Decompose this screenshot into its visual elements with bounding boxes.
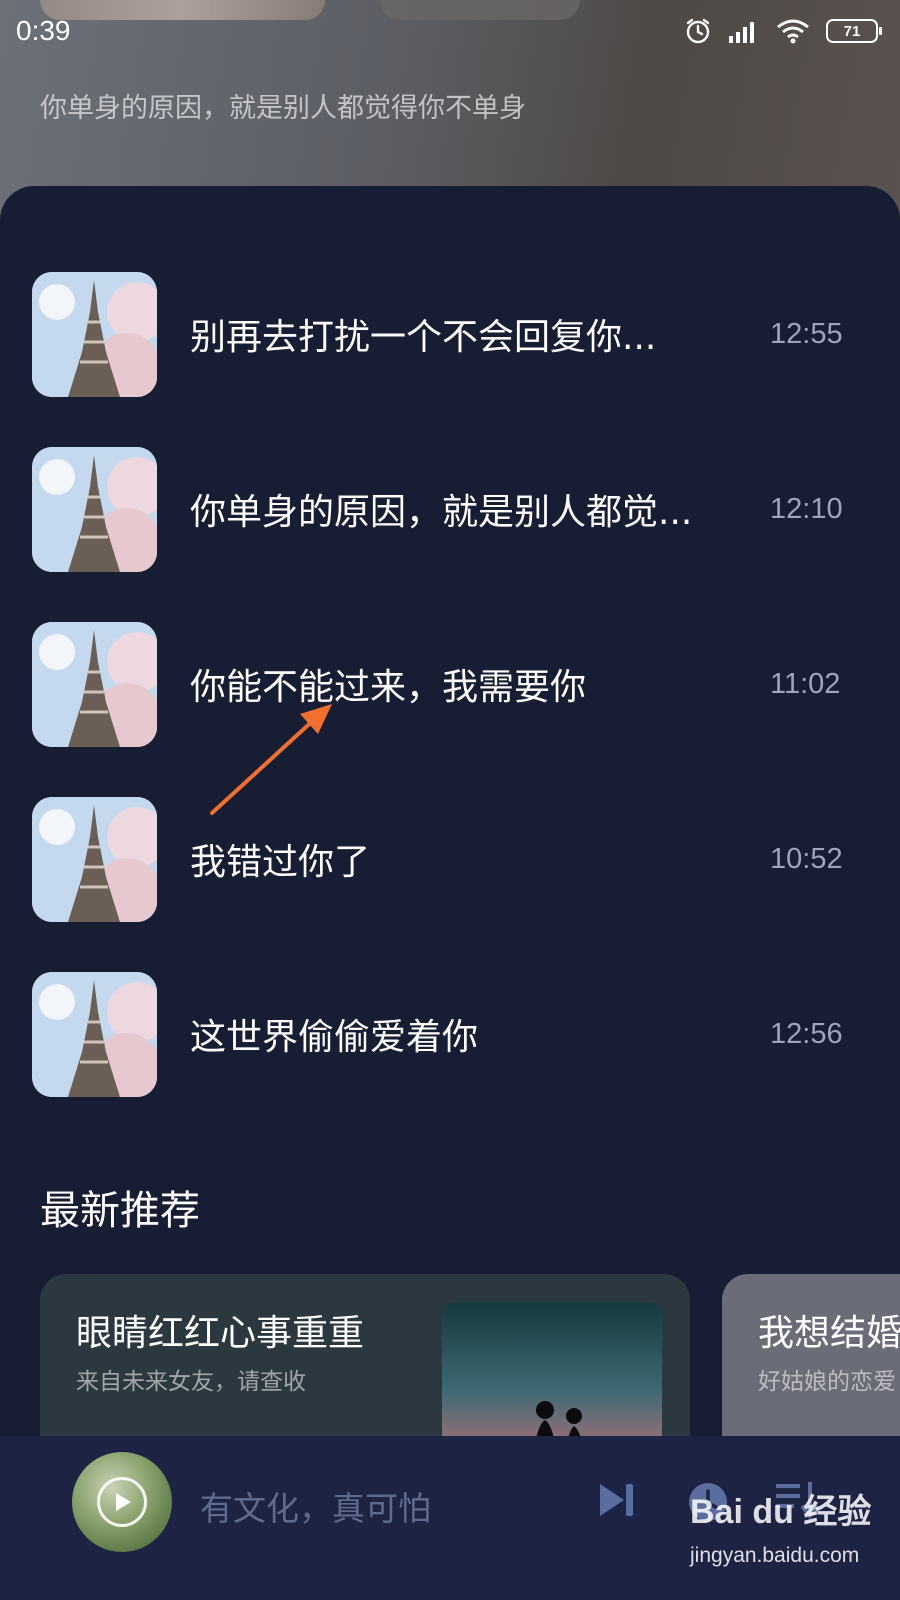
song-title: 别再去打扰一个不会回复你...: [190, 317, 657, 358]
list-item[interactable]: 你能不能过来，我需要你 11:02: [0, 621, 900, 747]
song-time: 10:52: [770, 842, 843, 875]
status-icons: 71: [684, 17, 882, 45]
recommend-card-title: 眼睛红红心事重重: [76, 1313, 365, 1354]
song-time: 12:55: [770, 317, 843, 350]
song-time: 12:56: [770, 1017, 843, 1050]
status-bar: 0:39 71: [0, 0, 900, 62]
song-cover: [32, 446, 157, 572]
next-icon[interactable]: [596, 1480, 638, 1524]
watermark-logo: Bai du 经验: [690, 1493, 872, 1531]
watermark-url: jingyan.baidu.com: [690, 1544, 860, 1567]
status-time: 0:39: [16, 15, 71, 46]
song-cover: [32, 796, 157, 922]
song-cover: [32, 271, 157, 397]
player-cover[interactable]: [72, 1452, 172, 1552]
alarm-icon: [684, 17, 712, 45]
signal-icon: [728, 18, 760, 44]
list-item[interactable]: 这世界偷偷爱着你 12:56: [0, 971, 900, 1097]
song-time: 12:10: [770, 492, 843, 525]
player-song-title[interactable]: 有文化，真可怕: [200, 1482, 431, 1530]
play-icon[interactable]: [97, 1477, 147, 1527]
list-item[interactable]: 我错过你了 10:52: [0, 796, 900, 922]
battery-icon: 71: [826, 19, 882, 43]
annotation-arrow: [210, 704, 332, 815]
song-cover: [32, 971, 157, 1097]
recommend-card-subtitle: 好姑娘的恋爱: [758, 1369, 896, 1395]
list-item[interactable]: 你单身的原因，就是别人都觉... 12:10: [0, 446, 900, 572]
watermark: Bai du 经验 jingyan.baidu.com: [690, 1484, 890, 1594]
recommend-card-title: 我想结婚: [758, 1313, 900, 1354]
song-title: 这世界偷偷爱着你: [190, 1017, 479, 1058]
wifi-icon: [776, 18, 810, 44]
list-item[interactable]: 别再去打扰一个不会回复你... 12:55: [0, 271, 900, 397]
recommend-card-subtitle: 来自未来女友，请查收: [76, 1369, 306, 1395]
header-subtitle: 你单身的原因，就是别人都觉得你不单身: [40, 93, 526, 124]
song-title: 你单身的原因，就是别人都觉...: [190, 492, 693, 533]
section-title: 最新推荐: [40, 1188, 200, 1234]
song-cover: [32, 621, 157, 747]
song-time: 11:02: [770, 667, 841, 700]
song-title: 我错过你了: [190, 842, 371, 883]
